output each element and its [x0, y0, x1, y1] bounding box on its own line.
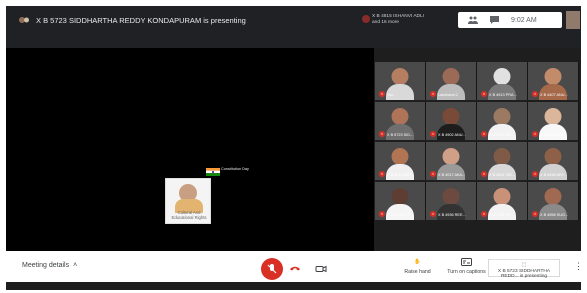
more-options-icon[interactable]: ⋮: [574, 261, 583, 272]
captions-button[interactable]: Turn on captions: [444, 257, 489, 275]
meeting-details-button[interactable]: Meeting details ˄: [22, 262, 77, 269]
mic-off-icon: ×: [379, 131, 385, 137]
captions-label: Turn on captions: [447, 269, 486, 275]
participant-name: You: [387, 93, 394, 97]
phone-hangup-icon: [290, 266, 300, 271]
participant-name: X B 4407 ANU...: [540, 93, 568, 97]
camera-toggle[interactable]: [310, 258, 332, 280]
meeting-details-label: Meeting details: [22, 262, 70, 269]
leave-call-button[interactable]: [284, 258, 306, 280]
windows-activation-watermark: Activate Windows: [487, 253, 551, 262]
participant-name: X B 5723 SID...: [387, 133, 414, 137]
chevron-up-icon: ˄: [73, 262, 78, 269]
slide-heading: Constitution Day: [221, 167, 249, 171]
participant-name: X B 4938 ARY...: [540, 173, 567, 177]
mic-off-icon: ×: [430, 211, 436, 217]
mic-off-icon: ×: [481, 131, 487, 137]
participant-name: X B 5219 CHI...: [540, 133, 567, 137]
participant-name: Lakshana C: [438, 93, 459, 97]
participant-tile[interactable]: × X B 5723 SID...: [375, 102, 426, 140]
windows-activation-subtext: Go to Settings to activate Windows.: [487, 264, 559, 269]
clock-time: 9:02 AM: [511, 16, 537, 24]
presenter-text: X B 5723 SIDDHARTHA REDDY KONDAPURAM is …: [36, 15, 246, 25]
people-icon[interactable]: [468, 16, 478, 24]
mic-off-icon: ×: [532, 91, 538, 97]
mic-off-icon: ×: [481, 211, 487, 217]
mic-off-icon: ×: [430, 131, 436, 137]
mic-off-icon: ×: [532, 171, 538, 177]
participant-tile[interactable]: × X B 4913 PRA...: [477, 62, 528, 100]
self-avatar: [566, 11, 580, 29]
participant-tile[interactable]: × X B 4914 SR...: [477, 102, 528, 140]
mic-off-icon: ×: [481, 171, 487, 177]
mic-off-icon: ×: [532, 211, 538, 217]
presentation-stage: Constitution Day Cultural And Educationa…: [6, 48, 374, 256]
flag-icon: [206, 168, 220, 176]
participant-tile[interactable]: × X B 4902 ANU...: [426, 102, 477, 140]
hand-icon: ✋: [414, 259, 421, 265]
top-bar: X B 5723 SIDDHARTHA REDDY KONDAPURAM is …: [6, 6, 581, 48]
presenting-badge-label: X B 5723 SIDDHARTHA REDD... is presentin…: [497, 268, 551, 280]
participant-tile[interactable]: × X B 4407 ANU...: [528, 62, 579, 100]
participant-name: X B 4914 SR...: [489, 133, 515, 137]
participant-name: X B 4936 REE...: [438, 213, 466, 217]
participant-tile[interactable]: × X B 4017 AKA...: [426, 142, 477, 180]
mic-off-icon: ×: [481, 91, 487, 97]
participant-name: X B 4913 PRA...: [489, 93, 517, 97]
participant-avatar-icon: [362, 15, 370, 23]
mic-off-icon: ×: [379, 211, 385, 217]
participant-grid: × You × Lakshana C × X B 4913 PRA... × X B 4…: [375, 62, 580, 256]
participant-tile[interactable]: × X B 1196 PR...: [477, 182, 528, 220]
mic-off-icon: [267, 264, 277, 274]
captions-icon: [461, 257, 473, 267]
video-camera-icon: [315, 265, 327, 273]
participant-name: X B 1196 PR...: [489, 213, 514, 217]
raise-hand-label: Raise hand: [404, 269, 431, 275]
raise-hand-button[interactable]: ✋ Raise hand: [395, 257, 440, 275]
presenter-icon: [18, 14, 30, 26]
top-tools: 9:02 AM: [458, 12, 562, 28]
participant-tile[interactable]: × X B 4936 REE...: [426, 182, 477, 220]
mic-off-icon: ×: [430, 91, 436, 97]
mic-off-icon: ×: [430, 171, 436, 177]
participant-name: X B 4011 ABH...: [387, 173, 415, 177]
participants-summary-line-2: and 16 more: [372, 20, 399, 25]
participant-tile[interactable]: × Lakshana C: [426, 62, 477, 100]
microphone-toggle[interactable]: [261, 258, 283, 280]
participant-name: X B 4958 SUG...: [540, 213, 569, 217]
participants-summary: X B 4815 ISHANVI ADLI and 16 more: [372, 14, 456, 26]
chat-icon[interactable]: [490, 16, 499, 24]
presentation-thumbnail: Cultural And Educational Rights: [165, 178, 211, 224]
participant-tile[interactable]: × X B 5219 CHI...: [528, 102, 579, 140]
participant-tile[interactable]: × X B 4958 SUG...: [528, 182, 579, 220]
meet-window: X B 5723 SIDDHARTHA REDDY KONDAPURAM is …: [6, 6, 581, 290]
participant-tile[interactable]: × X B 4938 ARY...: [528, 142, 579, 180]
mic-off-icon: ×: [379, 91, 385, 97]
mic-off-icon: ×: [532, 131, 538, 137]
participant-name: X B 4651 VIB...: [489, 173, 515, 177]
participant-tile[interactable]: × X B 4011 ABH...: [375, 142, 426, 180]
participant-name: X B 4017 AKA...: [438, 173, 466, 177]
thumbnail-text: Cultural And Educational Rights: [171, 210, 207, 220]
participant-name: X B 110031 P...: [387, 213, 413, 217]
participant-tile[interactable]: × X B 110031 P...: [375, 182, 426, 220]
mic-off-icon: ×: [379, 171, 385, 177]
presenter-indicator: X B 5723 SIDDHARTHA REDDY KONDAPURAM is …: [18, 14, 246, 26]
participant-tile[interactable]: × X B 4651 VIB...: [477, 142, 528, 180]
participant-tile[interactable]: × You: [375, 62, 426, 100]
participant-name: X B 4902 ANU...: [438, 133, 466, 137]
